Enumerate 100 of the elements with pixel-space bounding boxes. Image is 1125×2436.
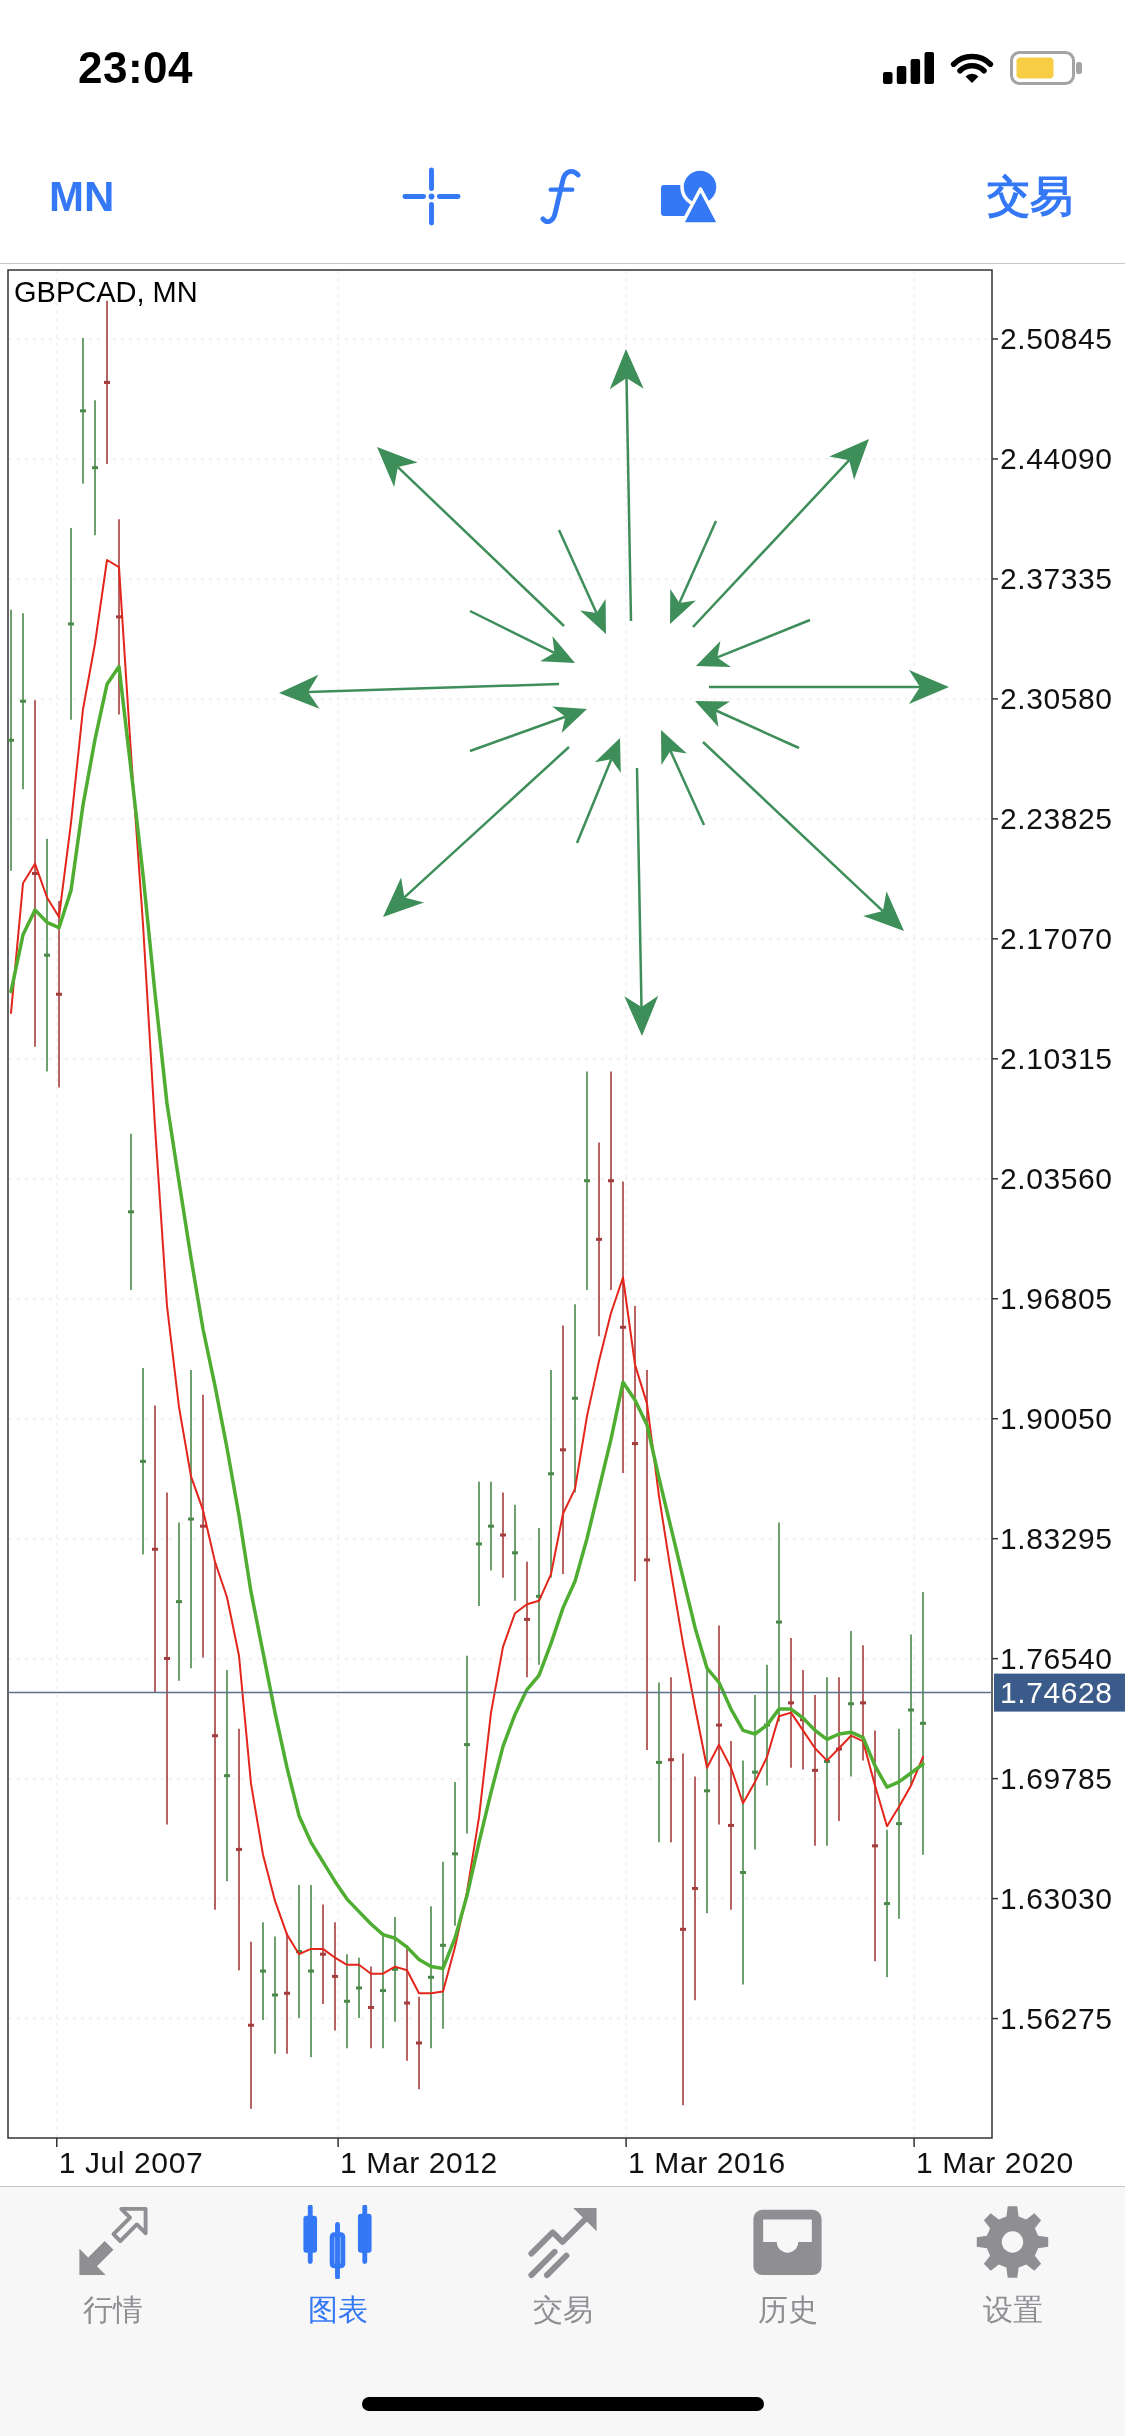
x-axis-label: 1 Mar 2020 — [916, 2145, 1074, 2179]
point — [176, 1600, 182, 1604]
point — [368, 2005, 374, 2009]
point — [644, 1558, 650, 1562]
point — [692, 1886, 698, 1890]
point — [620, 1325, 626, 1329]
point — [320, 1952, 326, 1956]
y-axis-label: 2.03560 — [1000, 1162, 1113, 1196]
point — [608, 1179, 614, 1183]
point — [812, 1768, 818, 1772]
point — [884, 1902, 890, 1906]
point — [476, 1542, 482, 1546]
chart-title: GBPCAD, MN — [14, 276, 198, 308]
indicators-button[interactable] — [540, 168, 582, 225]
point — [164, 1656, 170, 1660]
signal-icon — [883, 52, 934, 84]
point — [668, 1758, 674, 1762]
point — [728, 1823, 734, 1827]
point — [500, 1533, 506, 1537]
point — [584, 1179, 590, 1183]
tab[interactable]: 历史 — [712, 2203, 863, 2330]
point — [200, 1524, 206, 1528]
point — [872, 1844, 878, 1848]
point — [308, 1969, 314, 1973]
point — [68, 622, 74, 626]
point — [380, 1989, 386, 1993]
point — [272, 1993, 278, 1997]
function-icon — [540, 168, 582, 225]
timeframe-button[interactable]: MN — [49, 175, 115, 218]
point — [716, 1723, 722, 1727]
point — [8, 738, 14, 742]
point — [596, 1237, 602, 1241]
y-axis-label: 2.50845 — [1000, 322, 1113, 356]
point — [488, 1524, 494, 1528]
y-axis-label: 1.69785 — [1000, 1762, 1113, 1796]
tab[interactable]: 设置 — [937, 2203, 1088, 2330]
trend-arrow-icon — [525, 2205, 600, 2279]
point — [572, 1396, 578, 1400]
y-axis-label: 2.37335 — [1000, 562, 1113, 596]
point — [236, 1847, 242, 1851]
point — [920, 1721, 926, 1725]
point — [908, 1708, 914, 1712]
y-axis-label: 2.30580 — [1000, 682, 1113, 716]
point — [44, 953, 50, 957]
y-axis-label: 1.76540 — [1000, 1642, 1113, 1676]
price-badge: 1.74628 — [994, 1673, 1125, 1712]
y-axis-label: 1.83295 — [1000, 1522, 1113, 1556]
point — [428, 1975, 434, 1979]
point — [344, 1999, 350, 2003]
point — [152, 1547, 158, 1551]
battery-icon — [1010, 51, 1082, 85]
point — [284, 1991, 290, 1995]
point — [128, 1210, 134, 1214]
point — [512, 1551, 518, 1555]
point — [224, 1774, 230, 1778]
tab[interactable]: 行情 — [37, 2203, 188, 2330]
point — [104, 380, 110, 384]
point — [548, 1472, 554, 1476]
point — [896, 1822, 902, 1826]
point — [788, 1701, 794, 1705]
point — [92, 466, 98, 470]
x-axis-label: 1 Mar 2012 — [340, 2145, 498, 2179]
y-axis-label: 1.96805 — [1000, 1282, 1113, 1316]
point — [656, 1760, 662, 1764]
point — [140, 1459, 146, 1463]
y-axis-label: 1.56275 — [1000, 2002, 1113, 2036]
point — [56, 992, 62, 996]
candlestick-icon — [300, 2205, 375, 2279]
point — [848, 1702, 854, 1706]
ref-line-label: 1.74628 — [1000, 1676, 1113, 1710]
point — [680, 1927, 686, 1931]
point — [212, 1734, 218, 1738]
point — [80, 409, 86, 413]
tab[interactable]: 交易 — [487, 2203, 638, 2330]
point — [332, 1974, 338, 1978]
point — [776, 1620, 782, 1624]
tab[interactable]: 图表 — [262, 2203, 413, 2330]
point — [632, 1442, 638, 1446]
point — [260, 1969, 266, 1973]
point — [356, 1986, 362, 1990]
point — [440, 1943, 446, 1947]
point — [860, 1701, 866, 1705]
point — [524, 1617, 530, 1621]
point — [740, 1870, 746, 1874]
point — [404, 2001, 410, 2005]
point — [188, 1517, 194, 1521]
point — [464, 1743, 470, 1747]
point — [452, 1852, 458, 1856]
point — [416, 2041, 422, 2045]
trade-button[interactable]: 交易 — [987, 172, 1073, 221]
status-time: 23:04 — [78, 43, 194, 93]
crosshair-button[interactable] — [402, 167, 462, 226]
y-axis-label: 2.23825 — [1000, 802, 1113, 836]
wifi-icon — [949, 52, 995, 84]
settings-icon — [975, 2205, 1050, 2279]
point — [560, 1448, 566, 1452]
x-axis-label: 1 Mar 2016 — [628, 2145, 786, 2179]
point — [248, 2023, 254, 2027]
y-axis-label: 2.44090 — [1000, 442, 1113, 476]
y-axis-label: 1.63030 — [1000, 1882, 1113, 1916]
